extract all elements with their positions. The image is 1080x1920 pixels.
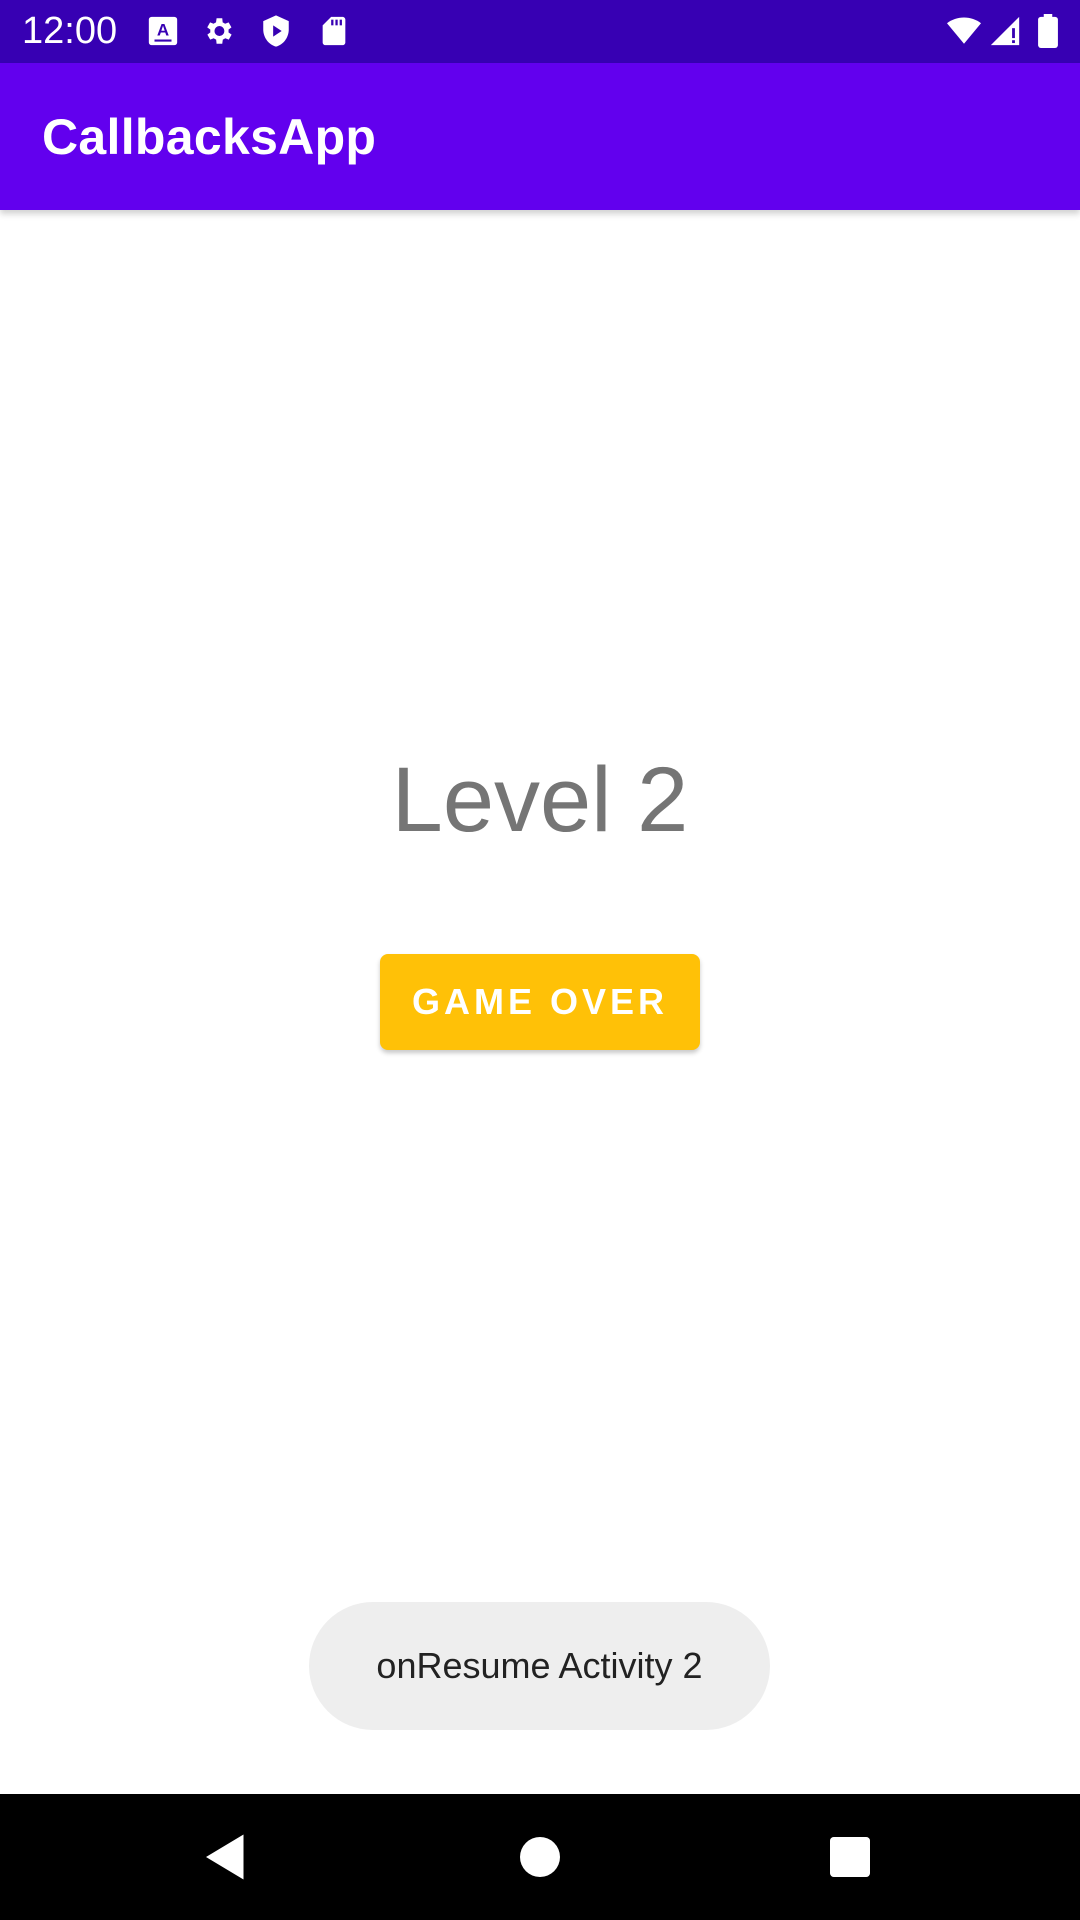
back-icon[interactable]: [196, 1827, 256, 1887]
gear-icon: [201, 14, 235, 48]
shield-play-icon: [259, 14, 293, 48]
keyboard-a-icon: A: [146, 14, 180, 48]
status-bar: 12:00 A: [0, 0, 1080, 63]
game-over-button[interactable]: GAME OVER: [380, 954, 700, 1050]
home-icon[interactable]: [510, 1827, 570, 1887]
status-time: 12:00: [22, 10, 118, 52]
level-title: Level 2: [391, 749, 689, 851]
navigation-bar: [0, 1794, 1080, 1920]
toast-message: onResume Activity 2: [309, 1602, 770, 1730]
sd-card-icon: [317, 14, 351, 48]
battery-icon: [1036, 14, 1060, 48]
svg-text:A: A: [157, 20, 169, 39]
app-title: CallbacksApp: [42, 109, 377, 165]
app-bar: CallbacksApp: [0, 63, 1080, 210]
wifi-icon: [944, 14, 984, 48]
recents-icon[interactable]: [820, 1827, 880, 1887]
signal-icon: [988, 14, 1022, 48]
screen: 12:00 A CallbacksApp Level 2 GAME OVER o…: [0, 0, 1080, 1920]
